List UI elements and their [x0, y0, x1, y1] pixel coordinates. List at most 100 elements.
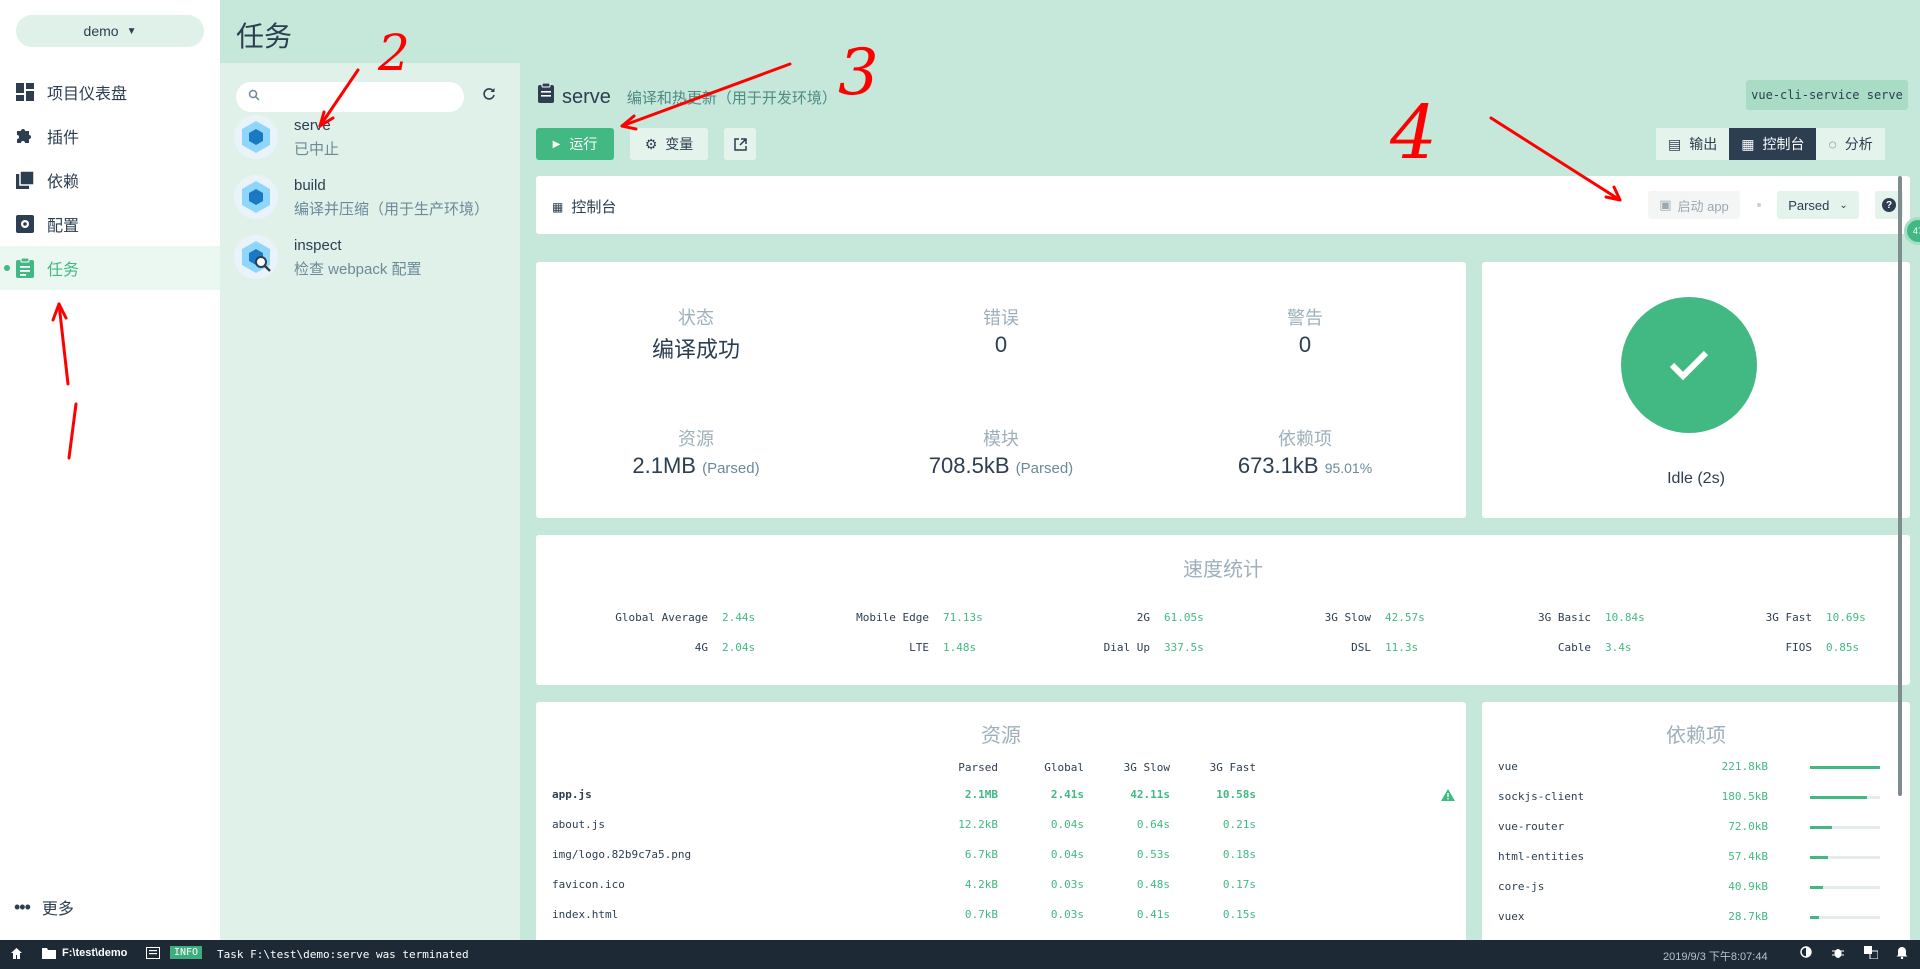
- asset-cell: 0.03s: [1050, 908, 1084, 921]
- dependencies-card: 依赖项 vue 221.8kB sockjs-client 180.5kB vue-ro…: [1482, 702, 1910, 940]
- nav-item-tasks[interactable]: 任务: [0, 246, 220, 290]
- size-mode-select[interactable]: Parsed ⌄: [1777, 191, 1859, 219]
- dependency-name: core-js: [1498, 880, 1545, 893]
- dependency-name: vue-router: [1498, 820, 1565, 833]
- asset-cell: 0.04s: [1050, 848, 1084, 861]
- notification-icon[interactable]: [1896, 946, 1908, 962]
- build-progress-card: Idle (2s): [1482, 262, 1910, 518]
- dashboard-title: ▦ 控制台: [552, 196, 616, 217]
- nav-label-tasks: 任务: [47, 262, 80, 279]
- dependency-row[interactable]: html-entities 57.4kB: [1498, 850, 1898, 880]
- speed-stat-value: 10.69s: [1826, 611, 1866, 624]
- dark-mode-icon[interactable]: [1800, 946, 1812, 961]
- asset-row[interactable]: app.js 2.1MB 2.41s 42.11s 10.58s: [552, 788, 1455, 818]
- dependency-size: 40.9kB: [1728, 880, 1768, 893]
- dependency-size: 57.4kB: [1728, 850, 1768, 863]
- task-desc: 编译并压缩（用于生产环境）: [294, 201, 490, 218]
- log-message[interactable]: Task F:\test\demo:serve was terminated: [217, 948, 469, 961]
- project-path[interactable]: F:\test\demo: [42, 947, 127, 959]
- check-icon: [1669, 350, 1709, 381]
- nav-item-plugins[interactable]: 插件: [0, 114, 220, 158]
- stat-modules: 模块 708.5kB (Parsed): [851, 425, 1151, 479]
- task-list-panel: serve 已中止 build 编译并压缩（用于生产环境） inspect 检查…: [220, 63, 520, 940]
- stat-label: 状态: [678, 308, 714, 328]
- separator-dot: [1757, 203, 1761, 207]
- scrollbar[interactable]: [1898, 176, 1902, 796]
- speed-stat: 3G Basic 10.84s: [1441, 611, 1661, 624]
- stat-label: 依赖项: [1278, 429, 1332, 449]
- assets-card: 资源 Parsed Global 3G Slow 3G Fast app.js 2…: [536, 702, 1466, 940]
- tab-output[interactable]: ▤ 输出: [1656, 128, 1730, 160]
- stat-value: 编译成功: [651, 337, 740, 362]
- asset-cell: 0.48s: [1136, 878, 1170, 891]
- task-name: build: [294, 177, 326, 194]
- speed-stat-label: 2G: [1136, 611, 1150, 624]
- asset-row[interactable]: about.js 12.2kB 0.04s 0.64s 0.21s: [552, 818, 1452, 848]
- speed-stat-value: 61.05s: [1164, 611, 1204, 624]
- variables-button[interactable]: ⚙ 变量: [630, 128, 708, 160]
- speed-stat: 2G 61.05s: [1000, 611, 1220, 624]
- speed-stat-label: DSL: [1351, 641, 1371, 654]
- asset-cell: 4.2kB: [964, 878, 998, 891]
- assets-header-parsed: Parsed: [958, 761, 998, 774]
- asset-cell: 0.41s: [1136, 908, 1170, 921]
- puzzle-icon: [14, 125, 36, 147]
- stat-status: 状态 编译成功: [546, 304, 846, 364]
- nav-label-plugins: 插件: [47, 130, 80, 147]
- home-icon[interactable]: [10, 947, 23, 963]
- search-icon: [248, 88, 260, 106]
- run-button[interactable]: ▶ 运行: [536, 128, 614, 160]
- stat-value: 0: [1298, 332, 1312, 357]
- nav-label-dependencies: 依赖: [47, 174, 80, 191]
- speed-stat-label: 3G Fast: [1765, 611, 1812, 624]
- task-item-build[interactable]: build 编译并压缩（用于生产环境）: [220, 165, 520, 229]
- asset-row[interactable]: favicon.ico 4.2kB 0.03s 0.48s 0.17s: [552, 878, 1452, 908]
- open-external-button[interactable]: [724, 128, 756, 160]
- dependency-row[interactable]: vue 221.8kB: [1498, 760, 1898, 790]
- tab-dashboard[interactable]: ▦ 控制台: [1729, 128, 1817, 160]
- project-selector[interactable]: demo ▼: [16, 15, 204, 47]
- asset-cell: 10.58s: [1216, 788, 1256, 801]
- settings-box-icon: [14, 213, 36, 235]
- dependency-row[interactable]: vuex 28.7kB: [1498, 910, 1898, 940]
- stat-assets: 资源 2.1MB (Parsed): [546, 425, 846, 479]
- stat-sub: 95.01%: [1324, 460, 1373, 476]
- tab-analyzer[interactable]: ◌ 分析: [1816, 128, 1885, 160]
- project-path-text: F:\test\demo: [62, 947, 128, 959]
- view-tabs: ▤ 输出 ▦ 控制台 ◌ 分析: [1656, 128, 1885, 160]
- more-label: 更多: [41, 901, 74, 918]
- console-log-icon[interactable]: [146, 947, 160, 962]
- stat-dependencies: 依赖项 673.1kB 95.01%: [1155, 425, 1455, 479]
- asset-cell: 0.17s: [1222, 878, 1256, 891]
- asset-name: img/logo.82b9c7a5.png: [552, 848, 692, 861]
- more-menu[interactable]: ••• 更多: [14, 895, 74, 919]
- asset-row[interactable]: img/logo.82b9c7a5.png 6.7kB 0.04s 0.53s 0.18…: [552, 848, 1452, 878]
- dependency-size-bar-fill: [1810, 766, 1880, 769]
- asset-name: favicon.ico: [552, 878, 625, 891]
- search-input[interactable]: [268, 89, 458, 105]
- dependency-size-bar: [1810, 886, 1880, 889]
- dashboard-icon: [14, 81, 36, 103]
- task-item-serve[interactable]: serve 已中止: [220, 105, 520, 169]
- nav-item-dashboard[interactable]: 项目仪表盘: [0, 70, 220, 114]
- status-bar: F:\test\demo INFO Task F:\test\demo:serv…: [0, 940, 1920, 969]
- task-name: inspect: [294, 237, 342, 254]
- refresh-button[interactable]: [482, 87, 496, 106]
- task-header: serve 编译和热更新（用于开发环境）: [538, 83, 837, 109]
- asset-name: app.js: [552, 788, 592, 801]
- dependency-row[interactable]: vue-router 72.0kB: [1498, 820, 1898, 850]
- stat-value: 708.5kB (Parsed): [851, 453, 1151, 479]
- start-app-button[interactable]: ▣ 启动 app: [1648, 191, 1740, 219]
- asset-cell: 0.04s: [1050, 818, 1084, 831]
- nav-item-dependencies[interactable]: 依赖: [0, 158, 220, 202]
- dependency-row[interactable]: sockjs-client 180.5kB: [1498, 790, 1898, 820]
- asset-row[interactable]: index.html 0.7kB 0.03s 0.41s 0.15s: [552, 908, 1452, 938]
- dependency-size-bar: [1810, 856, 1880, 859]
- speed-stat-label: 3G Basic: [1538, 611, 1591, 624]
- bug-icon[interactable]: [1832, 946, 1844, 962]
- task-item-inspect[interactable]: inspect 检查 webpack 配置: [220, 225, 520, 289]
- dependency-row[interactable]: core-js 40.9kB: [1498, 880, 1898, 910]
- translate-icon[interactable]: [1864, 946, 1879, 962]
- left-nav: demo ▼ 项目仪表盘 插件 依赖 配置 任务 ••• 更多: [0, 0, 220, 940]
- nav-item-config[interactable]: 配置: [0, 202, 220, 246]
